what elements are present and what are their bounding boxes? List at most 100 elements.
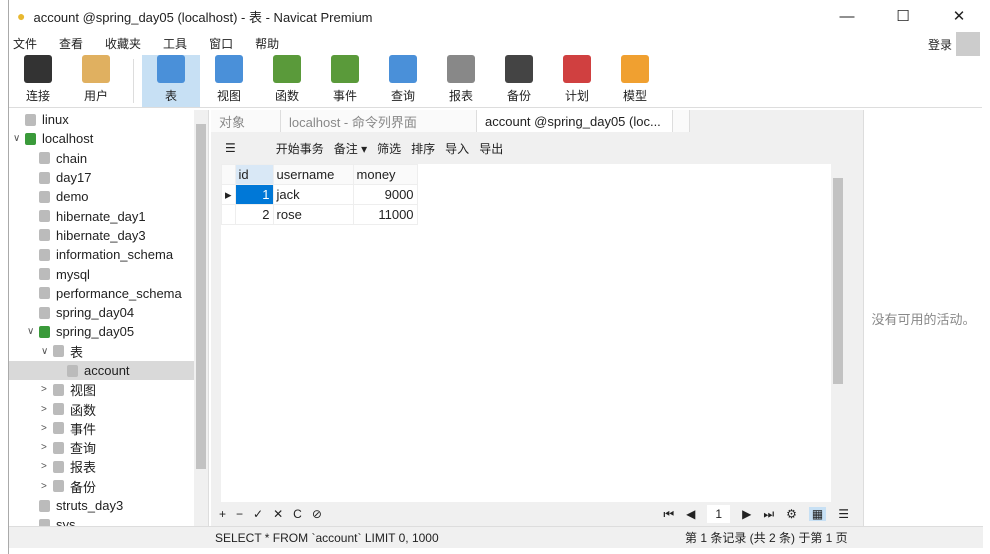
tree-item[interactable]: chain [9, 149, 208, 168]
bottom-tool-4[interactable]: C [293, 507, 302, 521]
tree-item[interactable]: struts_day3 [9, 496, 208, 515]
next-page-icon[interactable]: ▶ [742, 507, 751, 521]
expand-arrow-icon[interactable]: > [41, 442, 53, 453]
table-editor: 对象 localhost - 命令列界面 account @spring_day05… [211, 110, 863, 526]
data-toolbar-item-1[interactable]: 开始事务 [276, 140, 324, 157]
tree-node-icon [67, 364, 78, 377]
tree-item[interactable]: spring_day04 [9, 303, 208, 322]
menu-5[interactable]: 帮助 [255, 35, 279, 52]
tree-item[interactable]: > 报表 [9, 457, 208, 476]
column-header[interactable]: id [234, 164, 274, 185]
table-cell[interactable]: 1 [234, 184, 274, 205]
expand-arrow-icon[interactable]: > [41, 423, 53, 434]
bottom-tool-2[interactable]: ✓ [253, 507, 263, 521]
table-cell[interactable]: 9000 [352, 184, 418, 205]
tab-2[interactable]: account @spring_day05 (loc... [477, 110, 673, 132]
expand-arrow-icon[interactable]: > [41, 461, 53, 472]
data-toolbar-item-6[interactable]: 导出 [479, 140, 503, 157]
tree-item[interactable]: performance_schema [9, 284, 208, 303]
toolbar-button-1[interactable]: 用户 [67, 55, 125, 107]
page-input[interactable]: 1 [707, 505, 731, 523]
toolbar-button-8[interactable]: 备份 [490, 55, 548, 107]
tree-item-label: information_schema [56, 247, 174, 263]
expand-arrow-icon[interactable]: > [41, 384, 53, 395]
toolbar-button-10[interactable]: 模型 [606, 55, 664, 107]
tab-0[interactable]: 对象 [211, 110, 281, 132]
column-header[interactable]: username [272, 164, 354, 185]
toolbar-button-4[interactable]: 函数 [258, 55, 316, 107]
close-button[interactable]: ✕ [936, 0, 982, 32]
first-page-icon[interactable]: ⏮ [663, 507, 674, 522]
gear-icon[interactable]: ⚙ [786, 507, 797, 521]
table-cell[interactable]: 2 [234, 204, 274, 225]
toolbar-button-3[interactable]: 视图 [200, 55, 258, 107]
navicat-logo-icon: ● [17, 8, 26, 24]
table-cell[interactable]: 11000 [352, 204, 418, 225]
tree-item[interactable]: demo [9, 187, 208, 206]
tab-1[interactable]: localhost - 命令列界面 [281, 110, 477, 132]
tree-item[interactable]: ∨ localhost [9, 129, 208, 148]
tree-item[interactable]: > 事件 [9, 419, 208, 438]
tree-item[interactable]: > 查询 [9, 438, 208, 457]
expand-arrow-icon[interactable]: ∨ [27, 326, 39, 337]
tree-item[interactable]: linux [9, 110, 208, 129]
form-view-icon[interactable]: ☰ [838, 507, 849, 521]
toolbar-button-2[interactable]: 表 [142, 55, 200, 107]
expand-arrow-icon[interactable]: ∨ [41, 346, 53, 357]
tree-item[interactable]: mysql [9, 264, 208, 283]
tree-item[interactable]: sys [9, 515, 208, 526]
tree-item[interactable]: > 备份 [9, 477, 208, 496]
avatar[interactable] [956, 32, 980, 56]
data-toolbar-item-0[interactable]: ☰ [225, 141, 236, 155]
window-title: account @spring_day05 (localhost) - 表 - … [33, 9, 373, 25]
tree-item[interactable]: account [9, 360, 208, 381]
toolbar-button-0[interactable]: 连接 [9, 55, 67, 107]
grid-view-icon[interactable]: ▦ [808, 507, 827, 521]
column-header[interactable]: money [352, 164, 418, 185]
tree-item-label: 备份 [70, 479, 97, 495]
table-row[interactable]: 2 rose 11000 [221, 204, 418, 225]
bottom-tool-1[interactable]: − [236, 507, 243, 521]
menu-1[interactable]: 查看 [59, 35, 83, 52]
table-cell[interactable]: rose [272, 204, 354, 225]
bottom-tool-3[interactable]: ✕ [273, 507, 283, 521]
tree-item[interactable]: > 函数 [9, 399, 208, 418]
toolbar-button-5[interactable]: 事件 [316, 55, 374, 107]
login-button[interactable]: 登录 [928, 36, 952, 53]
tree-item[interactable]: information_schema [9, 245, 208, 264]
table-row[interactable]: ▸ 1 jack 9000 [221, 184, 418, 205]
tree-node-icon [39, 306, 50, 319]
bottom-tool-5[interactable]: ⊘ [312, 507, 322, 521]
maximize-button[interactable]: ☐ [880, 0, 926, 32]
tree-item[interactable]: day17 [9, 168, 208, 187]
tree-scrollbar[interactable] [194, 110, 208, 526]
prev-page-icon[interactable]: ◀ [686, 507, 695, 521]
tree-node-icon [39, 248, 50, 261]
menu-0[interactable]: 文件 [13, 35, 37, 52]
tree-item[interactable]: ∨ 表 [9, 342, 208, 361]
minimize-button[interactable]: — [824, 0, 870, 32]
tree-item[interactable]: hibernate_day3 [9, 226, 208, 245]
expand-arrow-icon[interactable]: ∨ [13, 133, 25, 144]
menu-3[interactable]: 工具 [163, 35, 187, 52]
expand-arrow-icon[interactable]: > [41, 404, 53, 415]
data-toolbar-item-4[interactable]: 排序 [411, 140, 435, 157]
row-indicator [221, 204, 236, 225]
toolbar-button-7[interactable]: 报表 [432, 55, 490, 107]
expand-arrow-icon[interactable]: > [41, 481, 53, 492]
data-toolbar-item-3[interactable]: 筛选 [377, 140, 401, 157]
last-page-icon[interactable]: ⏭ [763, 507, 774, 522]
toolbar-icon-9-icon [563, 55, 591, 83]
toolbar-button-6[interactable]: 查询 [374, 55, 432, 107]
tree-item[interactable]: ∨ spring_day05 [9, 322, 208, 341]
data-toolbar-item-2[interactable]: 备注 ▾ [334, 140, 367, 157]
menu-2[interactable]: 收藏夹 [105, 35, 141, 52]
toolbar-button-9[interactable]: 计划 [548, 55, 606, 107]
tree-item[interactable]: > 视图 [9, 380, 208, 399]
bottom-tool-0[interactable]: + [219, 507, 226, 521]
menu-4[interactable]: 窗口 [209, 35, 233, 52]
table-cell[interactable]: jack [272, 184, 354, 205]
data-toolbar-item-5[interactable]: 导入 [445, 140, 469, 157]
grid-scrollbar[interactable] [831, 164, 845, 502]
tree-item[interactable]: hibernate_day1 [9, 206, 208, 225]
